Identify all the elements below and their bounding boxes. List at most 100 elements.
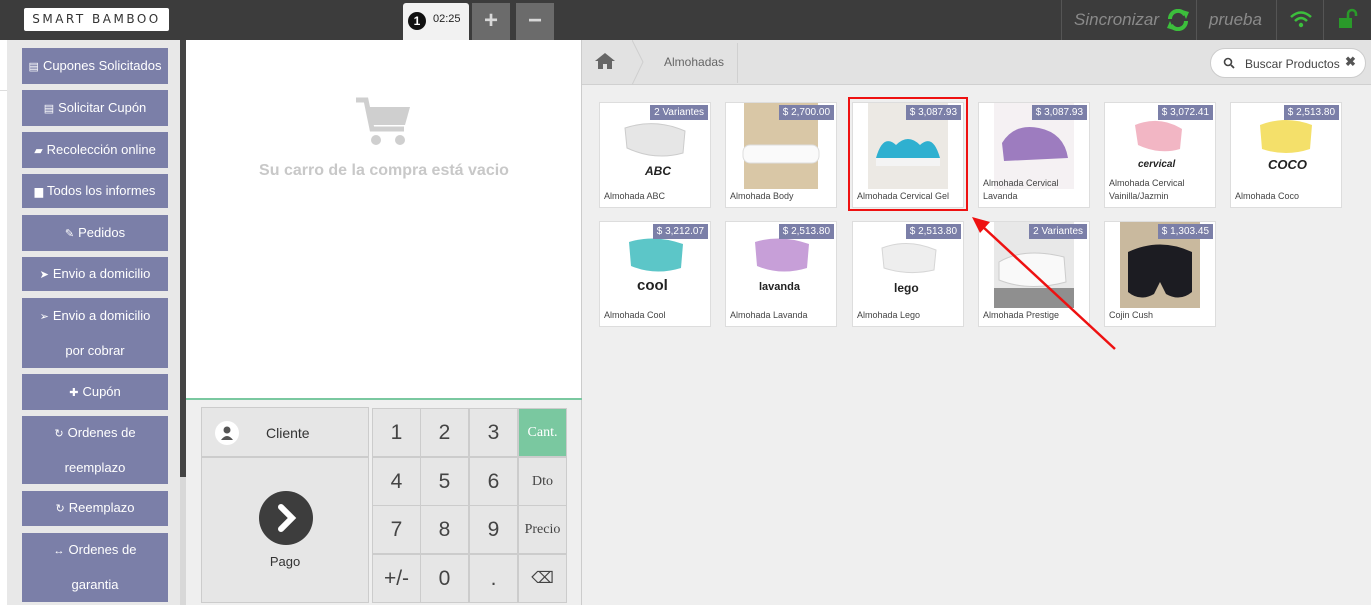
decimal-key[interactable]: . <box>469 554 518 603</box>
cart-panel: Su carro de la compra está vacio <box>186 40 582 398</box>
file-icon: ▆ <box>34 185 44 198</box>
user-name: prueba <box>1209 10 1262 29</box>
home-icon[interactable] <box>594 52 616 70</box>
product-card-almohada-body[interactable]: $ 2,700.00 Almohada Body <box>725 102 837 208</box>
paperclip-icon: ✎ <box>64 227 75 240</box>
remove-order-button[interactable]: − <box>516 3 554 40</box>
divider <box>737 43 738 83</box>
sidebar-item-ordenes-de-garantia[interactable]: ↔ Ordenes de garantia <box>22 533 168 602</box>
sidebar-item-label: Solicitar Cupón <box>58 99 147 115</box>
product-card-almohada-cervical-vainilla[interactable]: cervical $ 3,072.41 Almohada Cervical Va… <box>1104 102 1216 208</box>
sidebar-item-envio-a-domicilio[interactable]: ➤ Envio a domicilio <box>22 257 168 291</box>
product-card-almohada-cervical-lavanda[interactable]: $ 3,087.93 Almohada Cervical Lavanda <box>978 102 1090 208</box>
key-2[interactable]: 2 <box>420 408 469 457</box>
cart-icon <box>356 97 410 145</box>
quantity-mode-button[interactable]: Cant. <box>518 408 567 457</box>
ticket-icon: ▤ <box>28 60 39 73</box>
annotation-arrow <box>972 217 1116 350</box>
discount-mode-button[interactable]: Dto <box>518 457 567 506</box>
key-0[interactable]: 0 <box>420 554 469 603</box>
sidebar-item-label: Cupón <box>82 383 121 399</box>
left-edge <box>0 40 7 605</box>
key-6[interactable]: 6 <box>469 457 518 506</box>
product-card-almohada-coco[interactable]: COCO $ 2,513.80 Almohada Coco <box>1230 102 1342 208</box>
key-1[interactable]: 1 <box>372 408 421 457</box>
product-name: Almohada ABC <box>604 191 666 201</box>
customer-label: Cliente <box>266 425 310 441</box>
price-badge: $ 3,212.07 <box>652 224 708 239</box>
key-7[interactable]: 7 <box>372 505 421 554</box>
sidebar-item-envio-por-cobrar[interactable]: ➢ Envio a domicilio por cobrar <box>22 298 168 368</box>
divider <box>0 90 7 91</box>
backspace-icon[interactable]: ⌫ <box>518 554 567 603</box>
brand-label: lavanda <box>759 281 801 293</box>
search-placeholder: Buscar Productos <box>1245 57 1340 71</box>
user-menu[interactable]: prueba <box>1196 0 1276 40</box>
sidebar-item-label: Pedidos <box>78 224 126 240</box>
sidebar-item-label-line2: reemplazo <box>64 459 126 475</box>
product-card-cojin-cush[interactable]: $ 1,303.45 Cojin Cush <box>1104 221 1216 327</box>
add-order-button[interactable]: + <box>472 3 510 40</box>
sidebar-item-label: Envio a domicilio <box>52 307 151 323</box>
user-icon <box>215 421 239 445</box>
payment-button[interactable]: Pago <box>201 457 369 603</box>
price-badge: 2 Variantes <box>650 105 708 120</box>
price-badge: $ 3,087.93 <box>1031 105 1087 120</box>
sidebar-item-label: Cupones Solicitados <box>42 57 162 73</box>
product-name: Almohada Cool <box>604 310 666 320</box>
sidebar-item-solicitar-cupon[interactable]: ▤ Solicitar Cupón <box>22 90 168 126</box>
highlight-box <box>848 97 968 211</box>
key-3[interactable]: 3 <box>469 408 518 457</box>
sync-button[interactable]: Sincronizar <box>1061 0 1196 40</box>
unlock-icon <box>1339 8 1358 28</box>
product-card-almohada-abc[interactable]: ABC 2 Variantes Almohada ABC <box>599 102 711 208</box>
close-icon[interactable]: ✖ <box>1345 54 1356 70</box>
gift-icon: ✚ <box>69 386 79 399</box>
order-tab[interactable]: 1 02:25 <box>403 3 469 40</box>
key-8[interactable]: 8 <box>420 505 469 554</box>
payment-label: Pago <box>269 554 301 569</box>
sidebar-item-todos-los-informes[interactable]: ▆ Todos los informes <box>22 174 168 208</box>
sidebar-item-reemplazo[interactable]: ↻ Reemplazo <box>22 491 168 526</box>
sidebar-item-recoleccion-online[interactable]: ▰ Recolección online <box>22 132 168 168</box>
sidebar-item-cupon[interactable]: ✚ Cupón <box>22 374 168 410</box>
breadcrumb-category[interactable]: Almohadas <box>664 55 724 69</box>
key-9[interactable]: 9 <box>469 505 518 554</box>
sidebar-item-label-line2: por cobrar <box>65 342 125 358</box>
wifi-icon <box>1290 11 1312 28</box>
product-card-almohada-lego[interactable]: lego $ 2,513.80 Almohada Lego <box>852 221 964 327</box>
order-time: 02:25 <box>433 13 461 25</box>
sidebar-item-ordenes-de-reemplazo[interactable]: ↻ Ordenes de reemplazo <box>22 416 168 484</box>
brand-label: ABC <box>644 164 671 178</box>
product-name: Almohada Lego <box>857 310 921 320</box>
search-input[interactable]: Buscar Productos ✖ <box>1210 48 1366 78</box>
product-name: Almohada Coco <box>1235 191 1300 201</box>
customer-button[interactable]: Cliente <box>201 407 369 457</box>
sidebar-item-label: Envio a domicilio <box>52 265 151 281</box>
price-mode-button[interactable]: Precio <box>518 505 567 554</box>
bag-icon: ▰ <box>34 144 43 157</box>
top-bar: SMART BAMBOO 1 02:25 + − Sincronizar pru… <box>0 0 1371 40</box>
lock-button[interactable] <box>1323 0 1371 40</box>
price-badge: $ 3,072.41 <box>1157 105 1213 120</box>
brand-label: COCO <box>1268 157 1307 172</box>
refresh-icon: ↻ <box>55 503 65 515</box>
sidebar-item-label: Todos los informes <box>47 182 156 198</box>
sidebar-item-label: Ordenes de <box>68 542 137 557</box>
sidebar-item-cupones-solicitados[interactable]: ▤ Cupones Solicitados <box>22 48 168 84</box>
key-4[interactable]: 4 <box>372 457 421 506</box>
sync-label: Sincronizar <box>1074 10 1160 29</box>
brand-label: cervical <box>1138 159 1175 170</box>
sidebar-item-pedidos[interactable]: ✎ Pedidos <box>22 215 168 251</box>
price-badge: $ 1,303.45 <box>1157 224 1213 239</box>
sign-toggle-button[interactable]: +/- <box>372 554 421 603</box>
brand-label: lego <box>894 281 919 295</box>
product-card-almohada-lavanda[interactable]: lavanda $ 2,513.80 Almohada Lavanda <box>725 221 837 327</box>
product-card-almohada-cool[interactable]: cool $ 3,212.07 Almohada Cool <box>599 221 711 327</box>
arrows-h-icon: ↔ <box>53 545 65 557</box>
key-5[interactable]: 5 <box>420 457 469 506</box>
sidebar-item-label-line2: garantia <box>71 577 119 592</box>
send-icon: ➤ <box>39 268 49 281</box>
cart-empty-message: Su carro de la compra está vacio <box>259 162 509 179</box>
order-number: 1 <box>408 12 426 30</box>
